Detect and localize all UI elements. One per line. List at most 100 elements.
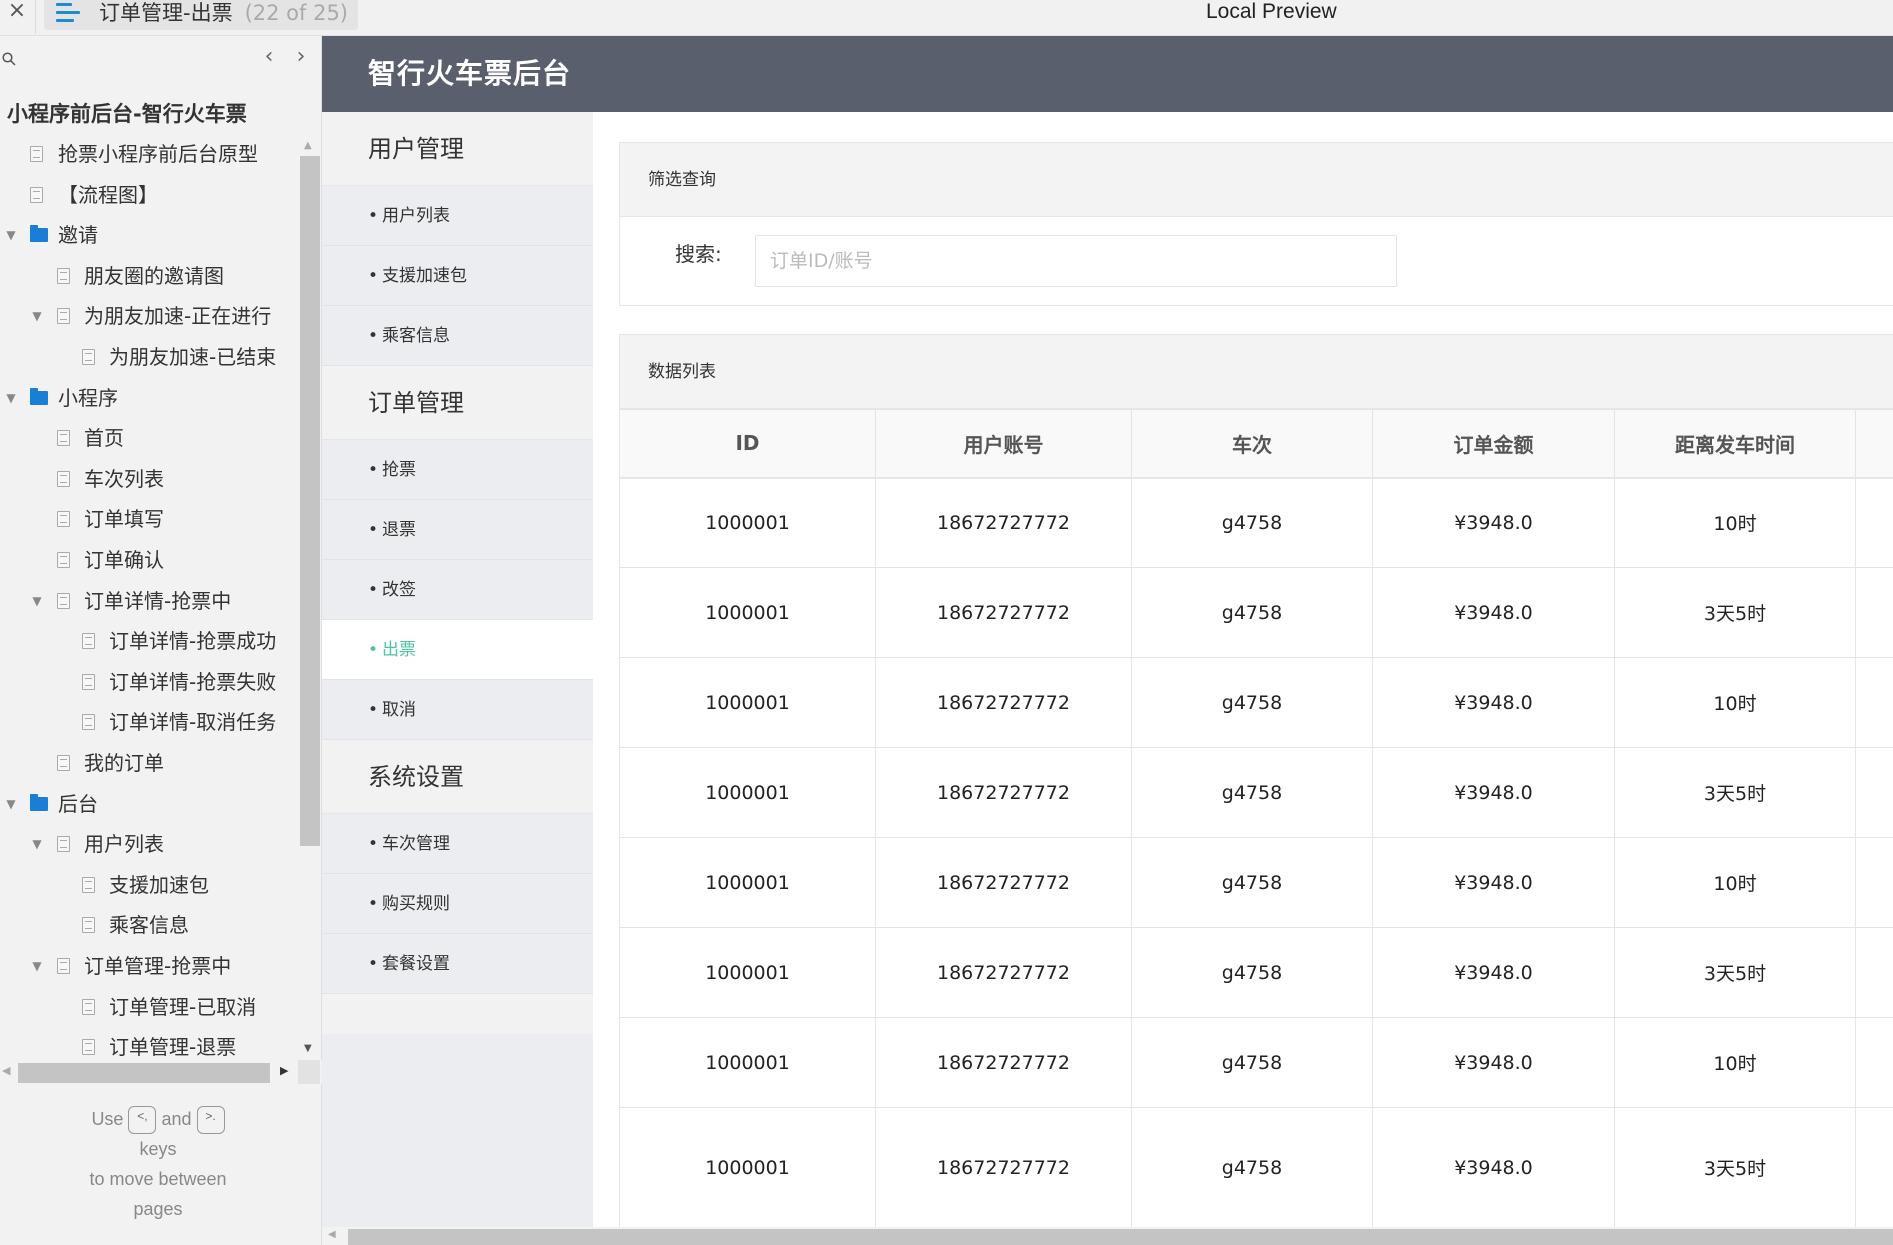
search-input[interactable]	[755, 235, 1397, 287]
table-row[interactable]: 1000001 18672727772 g4758 ¥3948.0 10时	[619, 1017, 1893, 1108]
sitemap-item[interactable]: 我的订单	[0, 743, 300, 783]
table-cell	[1855, 837, 1893, 928]
sitemap-item[interactable]: 乘客信息	[0, 905, 300, 945]
page-icon	[57, 958, 70, 974]
table-cell: g4758	[1131, 567, 1373, 658]
expand-caret-icon[interactable]: ▼	[30, 824, 44, 864]
bullet-icon: •	[368, 894, 379, 914]
sitemap-item[interactable]: ▼ 订单管理-抢票中	[0, 946, 300, 986]
scroll-down-icon[interactable]: ▼	[304, 1043, 312, 1054]
nav-item[interactable]: • 退票	[322, 500, 593, 560]
nav-item[interactable]: • 出票	[322, 620, 593, 680]
next-key-icon: >.	[196, 1106, 225, 1135]
expand-caret-icon[interactable]: ▼	[4, 378, 18, 418]
nav-group-title: 订单管理	[322, 366, 593, 440]
sitemap-item[interactable]: ▼ 小程序	[0, 378, 300, 418]
nav-item-label: 车次管理	[382, 834, 451, 854]
table-cell: ¥3948.0	[1372, 747, 1615, 838]
table-cell: 18672727772	[875, 657, 1132, 748]
sitemap-item[interactable]: 抢票小程序前后台原型	[0, 134, 300, 174]
nav-item[interactable]: • 车次管理	[322, 814, 593, 874]
sitemap-item[interactable]: 为朋友加速-已结束	[0, 337, 300, 377]
page-icon	[57, 430, 70, 447]
sitemap-vertical-scrollbar[interactable]: ▲ ▼	[300, 134, 320, 1058]
sitemap-item[interactable]: 支援加速包	[0, 865, 300, 905]
scrollbar-thumb[interactable]	[18, 1063, 270, 1083]
table-cell: ¥3948.0	[1372, 927, 1615, 1018]
page-icon	[82, 917, 95, 934]
page-icon	[82, 673, 95, 690]
viewer-topbar: × 订单管理-出票 (22 of 25) Local Preview	[0, 0, 1893, 36]
expand-caret-icon[interactable]: ▼	[30, 946, 44, 986]
scroll-left-icon[interactable]: ◀	[328, 1229, 336, 1240]
bullet-icon: •	[368, 266, 379, 286]
nav-item[interactable]: • 用户列表	[322, 186, 593, 246]
sitemap-item[interactable]: 朋友圈的邀请图	[0, 256, 300, 296]
scrollbar-thumb[interactable]	[300, 156, 320, 846]
menu-icon[interactable]	[56, 3, 80, 23]
table-row[interactable]: 1000001 18672727772 g4758 ¥3948.0 10时	[619, 837, 1893, 928]
help-text: keys	[139, 1139, 177, 1160]
current-page-tab[interactable]: 订单管理-出票 (22 of 25)	[44, 0, 358, 30]
sitemap-item[interactable]: 订单详情-抢票失败	[0, 662, 300, 702]
expand-caret-icon[interactable]: ▼	[30, 581, 44, 621]
table-row[interactable]: 1000001 18672727772 g4758 ¥3948.0 10时	[619, 657, 1893, 748]
sitemap-item-label: 订单详情-抢票成功	[109, 629, 277, 654]
sitemap-item[interactable]: ▼ 订单详情-抢票中	[0, 581, 300, 621]
current-page-title: 订单管理-出票 (22 of 25)	[99, 0, 348, 26]
sitemap-item[interactable]: ▼ 用户列表	[0, 824, 300, 864]
scrollbar-thumb[interactable]	[348, 1229, 1893, 1245]
expand-caret-icon[interactable]: ▼	[30, 296, 44, 336]
sitemap-item[interactable]: ▼ 后台	[0, 784, 300, 824]
expand-caret-icon[interactable]: ▼	[4, 215, 18, 255]
sitemap-item[interactable]: 订单管理-退票	[0, 1027, 300, 1058]
expand-caret-icon[interactable]: ▼	[4, 784, 18, 824]
nav-item[interactable]: • 购买规则	[322, 874, 593, 934]
help-text: Use	[91, 1109, 124, 1129]
table-row[interactable]: 1000001 18672727772 g4758 ¥3948.0 10时	[619, 477, 1893, 568]
sitemap-item-label: 【流程图】	[58, 182, 158, 207]
scroll-up-icon[interactable]: ▲	[304, 140, 312, 151]
table-cell	[1855, 477, 1893, 568]
table-row[interactable]: 1000001 18672727772 g4758 ¥3948.0 3天5时	[619, 1107, 1893, 1228]
next-page-icon[interactable]: ›	[290, 46, 312, 70]
table-cell: 1000001	[619, 837, 876, 928]
nav-item[interactable]: • 乘客信息	[322, 306, 593, 366]
page-horizontal-scrollbar[interactable]: ◀	[322, 1227, 1893, 1245]
scroll-right-icon[interactable]: ▶	[280, 1064, 288, 1077]
page-icon	[57, 836, 70, 853]
search-icon[interactable]	[2, 52, 16, 66]
nav-item[interactable]: • 抢票	[322, 440, 593, 500]
sitemap-item[interactable]: 订单管理-已取消	[0, 987, 300, 1027]
prev-page-icon[interactable]: ‹	[258, 46, 280, 70]
sitemap-item-label: 邀请	[58, 223, 98, 248]
page-title: 订单管理-出票	[99, 1, 233, 25]
sitemap-item[interactable]: ▼ 邀请	[0, 215, 300, 255]
sitemap-tree: 抢票小程序前后台原型【流程图】 ▼ 邀请朋友圈的邀请图 ▼ 为朋友加速-正在进行 为朋友加…	[0, 134, 300, 1058]
nav-item[interactable]: • 取消	[322, 680, 593, 740]
nav-item-label: 用户列表	[382, 206, 451, 226]
sitemap-item[interactable]: 订单确认	[0, 540, 300, 580]
sitemap-item[interactable]: 首页	[0, 418, 300, 458]
sitemap-item[interactable]: 【流程图】	[0, 175, 300, 215]
table-cell: ¥3948.0	[1372, 657, 1615, 748]
nav-item[interactable]: • 改签	[322, 560, 593, 620]
table-row[interactable]: 1000001 18672727772 g4758 ¥3948.0 3天5时	[619, 747, 1893, 838]
admin-sidebar-nav: 用户管理 • 用户列表 • 支援加速包 • 乘客信息 订单管理 • 抢票 • 退票 • 改签 • 出票 • 取消系…	[322, 112, 593, 1245]
keyboard-help: Use <, and >. keys to move between pages	[0, 1104, 316, 1224]
nav-item[interactable]: • 支援加速包	[322, 246, 593, 306]
sitemap-item[interactable]: ▼ 为朋友加速-正在进行	[0, 296, 300, 336]
nav-item[interactable]: • 套餐设置	[322, 934, 593, 994]
sitemap-item[interactable]: 订单详情-抢票成功	[0, 621, 300, 661]
table-row[interactable]: 1000001 18672727772 g4758 ¥3948.0 3天5时	[619, 567, 1893, 658]
table-row[interactable]: 1000001 18672727772 g4758 ¥3948.0 3天5时	[619, 927, 1893, 1018]
sitemap-horizontal-scrollbar[interactable]: ◀ ▶	[0, 1060, 322, 1084]
scroll-left-icon[interactable]: ◀	[2, 1064, 10, 1077]
sitemap-item-label: 车次列表	[84, 466, 164, 491]
sitemap-item-label: 订单管理-抢票中	[84, 954, 232, 978]
table-cell: 1000001	[619, 927, 876, 1018]
close-icon[interactable]: ×	[4, 0, 30, 34]
sitemap-item[interactable]: 订单详情-取消任务	[0, 702, 300, 742]
sitemap-item[interactable]: 订单填写	[0, 499, 300, 539]
sitemap-item[interactable]: 车次列表	[0, 459, 300, 499]
